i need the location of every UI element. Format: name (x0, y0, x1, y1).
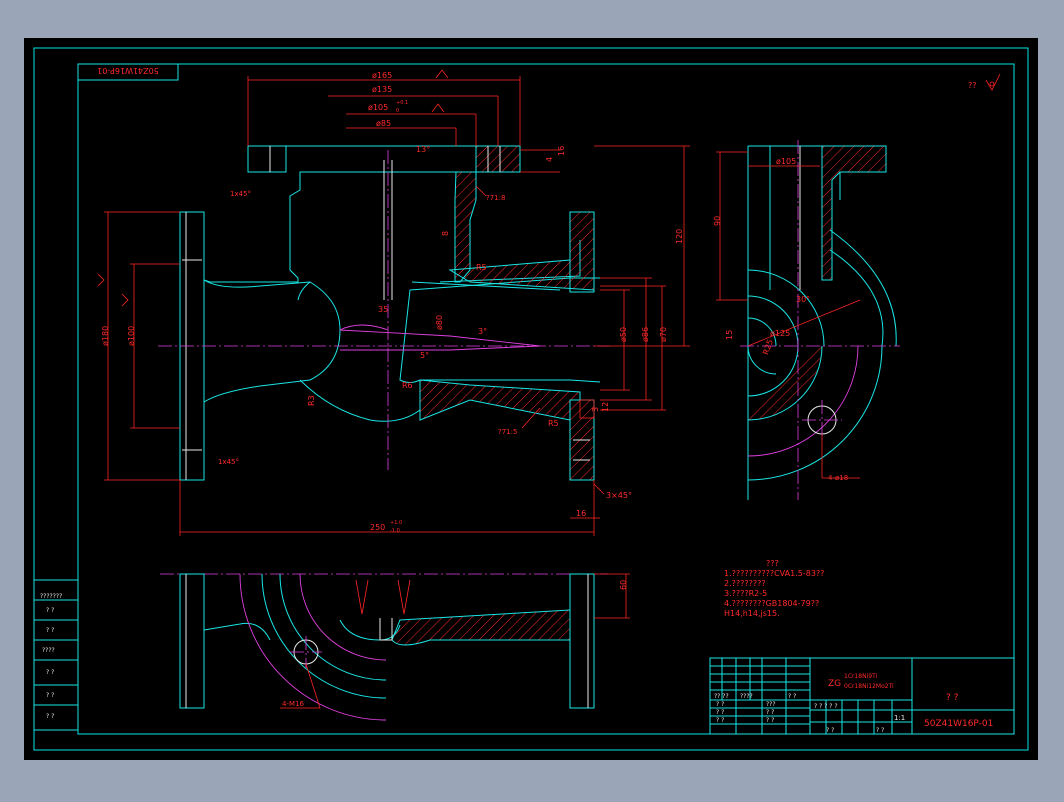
dim-h16: 16 (557, 146, 566, 156)
notes-line-2: 2.???????? (724, 579, 766, 588)
tb-material-1: 1Cr18Ni9Ti (844, 673, 878, 680)
dim-r5-b: R5 (548, 419, 559, 428)
dim-h120: 120 (675, 229, 684, 244)
side-label-5: ? ? (46, 692, 54, 699)
dim-taper-top: ?71:8 (486, 194, 505, 202)
dim-chamfer-top: 1x45° (230, 190, 251, 198)
dim-35: 35 (378, 305, 388, 314)
dim-d105-tol-sup: +0.1 (396, 100, 408, 106)
dim-d70: ø70 (659, 327, 668, 342)
tb-sig-row: ? ? ? ? ? (814, 703, 838, 710)
dim-h90: 90 (713, 216, 722, 226)
tb-scale: 1:1 (894, 714, 905, 722)
dim-len250-sup: +1.0 (390, 520, 402, 526)
tb-drawing-number: 50Z41W16P-01 (924, 719, 993, 729)
side-label-3: ???? (42, 647, 55, 654)
tb-bottom-1: ? ? (876, 727, 884, 734)
side-label-0: ??????? (40, 593, 62, 600)
dim-d86: ø86 (641, 327, 650, 342)
tb-material-2: 0Cr18Ni12Mo2Ti (844, 683, 894, 690)
notes-line-4: 4.????????GB1804-79?? (724, 599, 819, 608)
dim-d50: ø50 (619, 327, 628, 342)
dim-8: 8 (441, 231, 450, 236)
dim-12: 12 (601, 402, 610, 412)
tb-label-0: ?? ?? (714, 693, 729, 700)
tb-material-prefix: ZG (828, 679, 841, 689)
tb-label-1: ? ? (716, 701, 724, 708)
notes-line-5: H14,h14,js15. (724, 609, 780, 618)
tb-part-name: ? ? (946, 693, 959, 703)
dim-d105-tol-sub: 0 (396, 108, 399, 114)
tb-label-3: ? ? (716, 717, 724, 724)
dim-h4: 4 (545, 157, 554, 162)
dim-taper-bottom: ?71:5 (498, 428, 517, 436)
rotated-code-text: 50Z41W16P-01 (97, 66, 159, 75)
dim-d180: ø180 (101, 326, 110, 346)
dim-h60: 60 (619, 580, 628, 590)
tb-mid-2: ? ? (766, 709, 774, 716)
notes-line-1: 1.??????????CVA1.5-83?? (724, 569, 824, 578)
dim-chamfer-3x45: 3×45° (606, 491, 632, 500)
tb-bottom-0: ? ? (826, 727, 834, 734)
side-label-2: ? ? (46, 627, 54, 634)
tb-mid-0: ???? (740, 693, 753, 700)
cad-viewport[interactable]: 50Z41W16P-01 ?? ??????? ? ? ? ? ???? ? ?… (0, 0, 1064, 798)
side-label-6: ? ? (46, 713, 54, 720)
dim-angle-13: 13° (416, 145, 430, 154)
dim-d80: ø80 (435, 315, 444, 330)
dim-d135: ø135 (372, 85, 392, 94)
tb-mid-1: ??? (766, 701, 776, 708)
tb-sig: ? ? (788, 693, 796, 700)
dim-r5-a: R5 (476, 263, 487, 272)
dim-len250-sub: -1.0 (390, 528, 400, 534)
dim-angle-30: 30° (796, 295, 810, 304)
dim-len250: 250 (370, 523, 385, 532)
dim-d105-side: ø105 (776, 157, 796, 166)
dim-angle-5: 5° (420, 351, 429, 360)
side-label-1: ? ? (46, 607, 54, 614)
dim-16-bottom: 16 (576, 509, 586, 518)
side-label-4: ? ? (46, 669, 54, 676)
dim-chamfer-left: 1x45° (218, 458, 239, 466)
dim-15: 15 (725, 330, 734, 340)
dim-d165: ø165 (372, 71, 392, 80)
tb-label-2: ? ? (716, 709, 724, 716)
dim-r6: R6 (402, 381, 413, 390)
dim-3: 3 (591, 407, 600, 412)
drawing-canvas: 50Z41W16P-01 ?? ??????? ? ? ? ? ???? ? ?… (24, 38, 1038, 760)
dim-holes-top: 4-ø18 (828, 474, 848, 482)
dim-r3: R3 (307, 395, 316, 406)
roughness-label: ?? (968, 81, 977, 90)
tb-mid-3: ? ? (766, 717, 774, 724)
dim-d105-tol: ø105 (368, 103, 388, 112)
dim-d85: ø85 (376, 119, 391, 128)
dim-holes-bottom: 4-M16 (282, 700, 304, 708)
notes-line-3: 3.????R2-5 (724, 589, 767, 598)
dim-d100: ø100 (127, 326, 136, 346)
dim-d125: ø125 (770, 329, 790, 338)
notes-title: ??? (766, 559, 779, 568)
dim-angle-3: 3° (478, 327, 487, 336)
